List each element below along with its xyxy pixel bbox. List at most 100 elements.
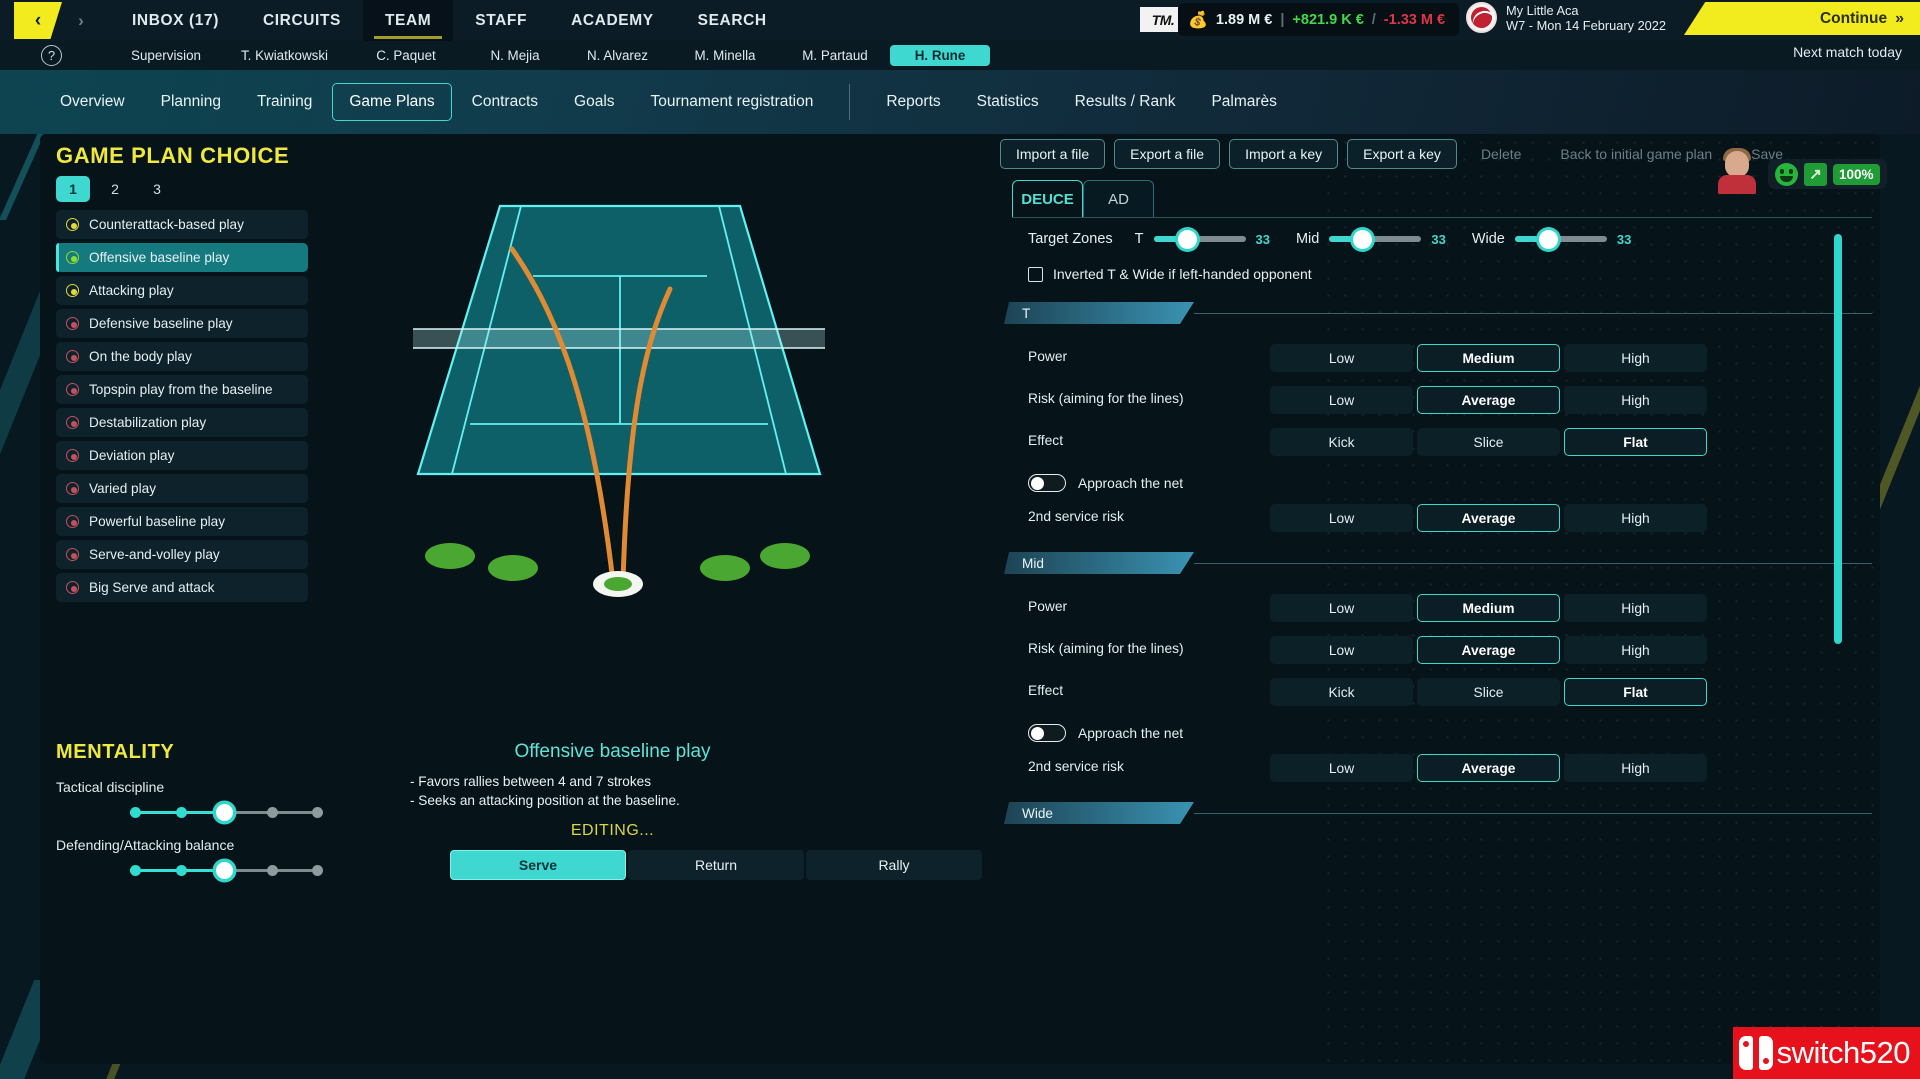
slider-knob[interactable]: [1538, 229, 1558, 249]
option-kick[interactable]: Kick: [1270, 428, 1413, 456]
approach-net-toggle-row[interactable]: Approach the net: [1028, 724, 1183, 742]
player-tab-h--rune[interactable]: H. Rune: [890, 45, 990, 66]
game-plan-item[interactable]: Powerful baseline play: [56, 507, 308, 536]
player-tab-n--alvarez[interactable]: N. Alvarez: [565, 45, 670, 66]
player-tab-m--minella[interactable]: M. Minella: [670, 45, 780, 66]
nav-forward-button[interactable]: ›: [66, 2, 96, 39]
mentality-slider[interactable]: [126, 861, 323, 879]
avatar[interactable]: [1717, 148, 1757, 194]
approach-net-toggle[interactable]: [1028, 474, 1066, 492]
nav-item-inbox-----[interactable]: INBOX (17): [110, 0, 241, 41]
nav-item-circuits[interactable]: CIRCUITS: [241, 0, 363, 41]
option-high[interactable]: High: [1564, 504, 1707, 532]
tab-palmar-s[interactable]: Palmarès: [1195, 84, 1292, 120]
finance-summary[interactable]: 💰 1.89 M € | +821.9 K € / -1.33 M €: [1178, 3, 1460, 36]
phase-button-serve[interactable]: Serve: [450, 850, 626, 880]
option-high[interactable]: High: [1564, 386, 1707, 414]
slider-node[interactable]: [175, 806, 187, 818]
slider-node[interactable]: [312, 806, 323, 818]
slider-knob[interactable]: [1177, 229, 1197, 249]
tab-contracts[interactable]: Contracts: [456, 84, 554, 120]
option-medium[interactable]: Medium: [1417, 344, 1560, 372]
toolbar-import-a-file-button[interactable]: Import a file: [1000, 139, 1106, 169]
approach-net-toggle-row[interactable]: Approach the net: [1028, 474, 1183, 492]
player-tab-supervision[interactable]: Supervision: [110, 45, 222, 66]
option-high[interactable]: High: [1564, 754, 1707, 782]
plan-slot-2[interactable]: 2: [98, 176, 132, 202]
slider-node[interactable]: [266, 806, 278, 818]
target-zone-slider[interactable]: [1153, 229, 1246, 249]
player-tab-t--kwiatkowski[interactable]: T. Kwiatkowski: [222, 45, 347, 66]
game-plan-item[interactable]: Defensive baseline play: [56, 309, 308, 338]
tab-tournament-registration[interactable]: Tournament registration: [635, 84, 830, 120]
option-slice[interactable]: Slice: [1417, 428, 1560, 456]
slider-knob[interactable]: [1353, 229, 1373, 249]
game-plan-item[interactable]: Deviation play: [56, 441, 308, 470]
game-plan-item[interactable]: On the body play: [56, 342, 308, 371]
tab-planning[interactable]: Planning: [145, 84, 237, 120]
option-low[interactable]: Low: [1270, 504, 1413, 532]
toolbar-export-a-file-button[interactable]: Export a file: [1114, 139, 1221, 169]
game-plan-item[interactable]: Destabilization play: [56, 408, 308, 437]
plan-slot-1[interactable]: 1: [56, 176, 90, 202]
toolbar-import-a-key-button[interactable]: Import a key: [1229, 139, 1339, 169]
tab-goals[interactable]: Goals: [558, 84, 631, 120]
side-tab-deuce[interactable]: DEUCE: [1012, 180, 1083, 217]
option-low[interactable]: Low: [1270, 754, 1413, 782]
option-average[interactable]: Average: [1417, 504, 1560, 532]
scrollbar-thumb[interactable]: [1834, 234, 1842, 644]
slider-node[interactable]: [312, 864, 323, 876]
player-tab-n--mejia[interactable]: N. Mejia: [465, 45, 565, 66]
game-plan-item[interactable]: Big Serve and attack: [56, 573, 308, 602]
option-low[interactable]: Low: [1270, 386, 1413, 414]
option-slice[interactable]: Slice: [1417, 678, 1560, 706]
inverted-checkbox-row[interactable]: Inverted T & Wide if left-handed opponen…: [1028, 266, 1312, 282]
option-high[interactable]: High: [1564, 636, 1707, 664]
nav-back-button[interactable]: ‹: [14, 2, 62, 39]
settings-scrollbar[interactable]: [1834, 234, 1842, 1034]
option-average[interactable]: Average: [1417, 754, 1560, 782]
option-high[interactable]: High: [1564, 594, 1707, 622]
game-plan-item[interactable]: Offensive baseline play: [56, 243, 308, 272]
tab-reports[interactable]: Reports: [870, 84, 956, 120]
option-low[interactable]: Low: [1270, 636, 1413, 664]
tab-statistics[interactable]: Statistics: [961, 84, 1055, 120]
game-plan-item[interactable]: Attacking play: [56, 276, 308, 305]
game-plan-item[interactable]: Varied play: [56, 474, 308, 503]
question-mark-icon[interactable]: ?: [41, 45, 62, 66]
phase-button-rally[interactable]: Rally: [806, 850, 982, 880]
side-tab-ad[interactable]: AD: [1083, 180, 1154, 217]
nav-item-academy[interactable]: ACADEMY: [549, 0, 676, 41]
option-medium[interactable]: Medium: [1417, 594, 1560, 622]
toolbar-export-a-key-button[interactable]: Export a key: [1347, 139, 1457, 169]
tab-training[interactable]: Training: [241, 84, 328, 120]
slider-node[interactable]: [216, 861, 233, 879]
slider-node[interactable]: [266, 864, 278, 876]
target-zone-slider[interactable]: [1329, 229, 1422, 249]
option-kick[interactable]: Kick: [1270, 678, 1413, 706]
option-low[interactable]: Low: [1270, 344, 1413, 372]
player-tab-c--paquet[interactable]: C. Paquet: [347, 45, 465, 66]
slider-node[interactable]: [216, 803, 233, 821]
tab-results---rank[interactable]: Results / Rank: [1059, 84, 1192, 120]
continue-button[interactable]: Continue »: [1684, 2, 1920, 35]
mentality-slider[interactable]: [126, 803, 323, 821]
option-flat[interactable]: Flat: [1564, 428, 1707, 456]
slider-node[interactable]: [130, 864, 141, 876]
player-tab-m--partaud[interactable]: M. Partaud: [780, 45, 890, 66]
nav-item-staff[interactable]: STAFF: [453, 0, 549, 41]
slider-node[interactable]: [175, 864, 187, 876]
nav-item-search[interactable]: SEARCH: [676, 0, 789, 41]
option-high[interactable]: High: [1564, 344, 1707, 372]
game-plan-item[interactable]: Serve-and-volley play: [56, 540, 308, 569]
target-zone-slider[interactable]: [1514, 229, 1607, 249]
game-plan-item[interactable]: Topspin play from the baseline: [56, 375, 308, 404]
option-low[interactable]: Low: [1270, 594, 1413, 622]
inverted-checkbox[interactable]: [1028, 266, 1043, 282]
plan-slot-3[interactable]: 3: [140, 176, 174, 202]
game-plan-item[interactable]: Counterattack-based play: [56, 210, 308, 239]
slider-node[interactable]: [130, 806, 141, 818]
option-average[interactable]: Average: [1417, 386, 1560, 414]
option-average[interactable]: Average: [1417, 636, 1560, 664]
phase-button-return[interactable]: Return: [628, 850, 804, 880]
